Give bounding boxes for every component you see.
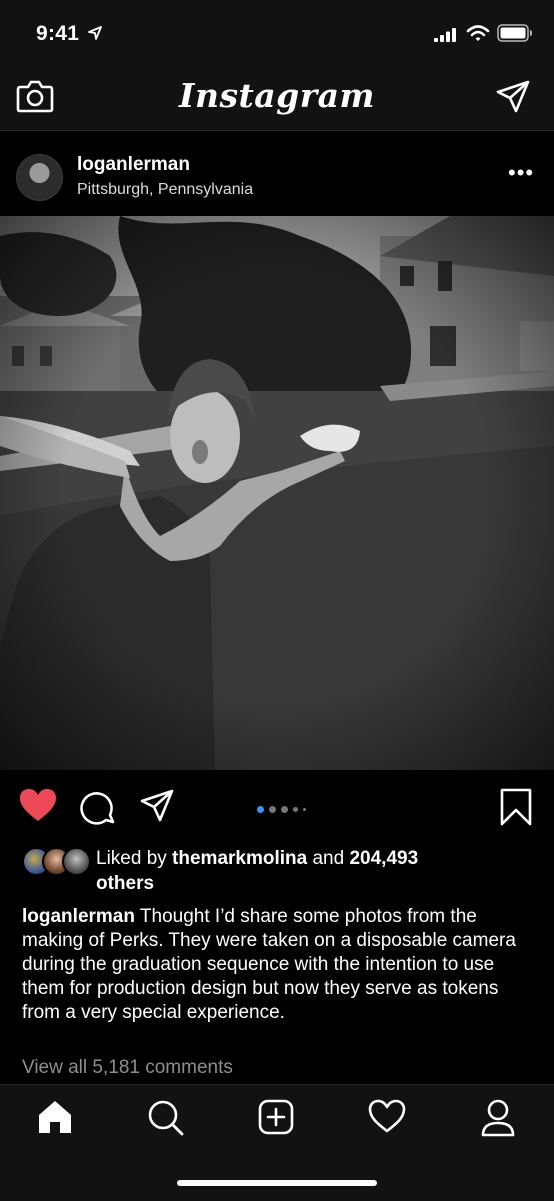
post-more-options-button[interactable]: ••• [508, 162, 534, 184]
caption-username[interactable]: loganlerman [22, 906, 135, 927]
search-icon[interactable] [147, 1099, 185, 1137]
share-icon[interactable] [139, 789, 175, 823]
like-count[interactable]: 204,493 [349, 848, 418, 869]
home-indicator [177, 1180, 377, 1186]
status-bar: 9:41 [0, 0, 554, 68]
comment-icon[interactable] [80, 789, 116, 825]
battery-icon [497, 24, 532, 42]
view-all-comments-link[interactable]: View all 5,181 comments [22, 1057, 233, 1079]
new-post-icon[interactable] [258, 1099, 294, 1135]
post-header: loganlerman Pittsburgh, Pennsylvania ••• [0, 138, 554, 216]
liked-by-and: and [307, 848, 350, 869]
post-author-avatar[interactable] [16, 154, 63, 201]
post-actions-bar [0, 772, 554, 840]
carousel-dot [293, 807, 298, 813]
carousel-dot [281, 806, 288, 814]
post-caption: loganlerman Thought I’d share some photo… [22, 905, 532, 1025]
post-photo[interactable] [0, 216, 554, 770]
activity-heart-icon[interactable] [368, 1099, 406, 1133]
carousel-dot [269, 806, 276, 814]
carousel-indicator [257, 801, 311, 819]
liked-by-prefix: Liked by [96, 848, 173, 869]
post-location[interactable]: Pittsburgh, Pennsylvania [77, 181, 253, 199]
location-arrow-icon [88, 26, 102, 40]
home-icon[interactable] [37, 1099, 73, 1135]
profile-icon[interactable] [481, 1099, 515, 1137]
liked-by-user[interactable]: themarkmolina [172, 848, 307, 869]
status-time: 9:41 [36, 22, 80, 45]
post-photo-image [0, 216, 554, 770]
liker-avatars [22, 847, 91, 876]
instagram-logo: Instagram [179, 76, 375, 115]
liker-avatar [62, 847, 91, 876]
carousel-dot-active [257, 806, 264, 814]
heart-filled-icon[interactable] [19, 788, 57, 822]
cellular-signal-icon [434, 28, 456, 42]
post-author-username[interactable]: loganlerman [77, 154, 190, 176]
direct-send-icon[interactable] [495, 80, 531, 114]
liked-by-others[interactable]: others [96, 873, 154, 894]
wifi-icon [466, 25, 490, 41]
bookmark-icon[interactable] [499, 788, 533, 826]
liked-by-text: Liked by themarkmolina and 204,493 others [96, 846, 526, 896]
carousel-dot [303, 808, 306, 812]
top-navigation-bar: Instagram [0, 68, 554, 131]
